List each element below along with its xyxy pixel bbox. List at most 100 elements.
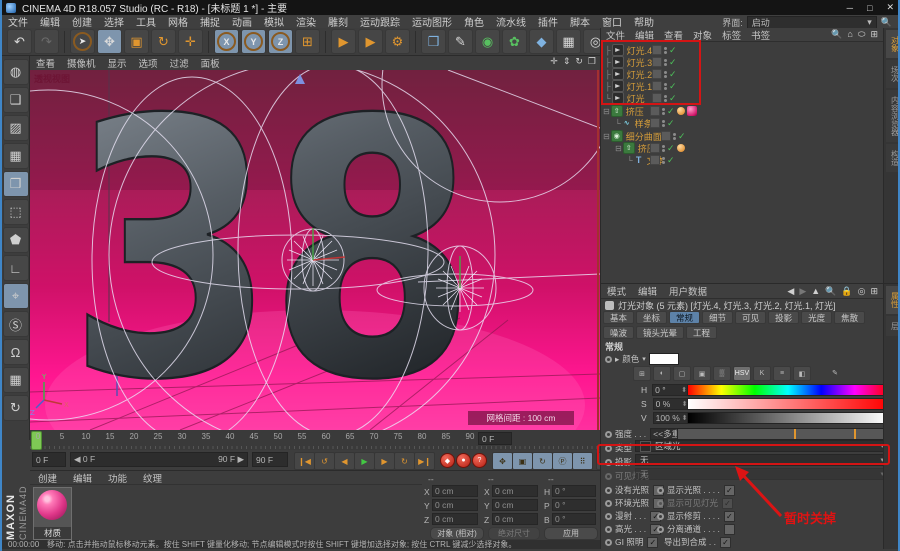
tab-structure[interactable]: 构造 — [885, 144, 898, 172]
am-menu-mode[interactable]: 模式 — [601, 284, 632, 298]
am-back-icon[interactable]: ◀ — [787, 286, 794, 297]
color-circle-icon[interactable]: ◐ — [653, 366, 671, 381]
tab-content-browser[interactable]: 内容浏览器 — [885, 90, 898, 142]
vp-menu-options[interactable]: 选项 — [133, 56, 164, 70]
material-thumbnail[interactable]: 材质 — [33, 487, 72, 540]
menu-script[interactable]: 脚本 — [564, 14, 596, 29]
environment-button[interactable]: ▦ — [556, 29, 581, 54]
enabled-check[interactable]: ✓ — [669, 45, 677, 56]
visibility-dots[interactable] — [664, 46, 667, 54]
size-x-field[interactable]: 0 cm — [492, 485, 538, 497]
tab-visibility[interactable]: 可见 — [735, 311, 767, 324]
om-addview-icon[interactable]: ⊞ — [870, 29, 878, 40]
pos-x-field[interactable]: 0 cm — [432, 485, 478, 497]
color-box-icon[interactable]: ▢ — [673, 366, 691, 381]
mat-menu-edit[interactable]: 编辑 — [65, 471, 100, 485]
vp-menu-panel[interactable]: 面板 — [195, 56, 226, 70]
goto-end-button[interactable]: ▶❙ — [414, 452, 435, 470]
vp-menu-view[interactable]: 查看 — [30, 56, 61, 70]
color-hsv-button[interactable]: HSV — [733, 366, 751, 381]
menu-plugins[interactable]: 插件 — [532, 14, 564, 29]
mat-menu-create[interactable]: 创建 — [30, 471, 65, 485]
move-tool-button[interactable]: ✥ — [97, 29, 122, 54]
mograph-button[interactable]: ✿ — [502, 29, 527, 54]
tab-lens[interactable]: 镜头光晕 — [636, 326, 685, 339]
play-button[interactable]: ▶ — [354, 452, 375, 470]
workplane-refresh-button[interactable]: ↻ — [2, 395, 29, 421]
object-row-light[interactable]: └ 灯光 ✓ — [605, 92, 677, 104]
tab-caustics[interactable]: 焦散 — [834, 311, 866, 324]
separate-pass-checkbox[interactable] — [723, 523, 735, 535]
tab-photometric[interactable]: 光度 — [801, 311, 833, 324]
coordinate-system-button[interactable]: ⊞ — [295, 29, 320, 54]
object-row-extrude-2[interactable]: ⊟ ⇧ 挤压 ✓ — [615, 142, 685, 154]
color-picture-icon[interactable]: ▣ — [693, 366, 711, 381]
material-tag[interactable] — [686, 106, 697, 116]
menu-simulate[interactable]: 模拟 — [258, 14, 290, 29]
am-history-icon[interactable]: ◎ — [858, 286, 866, 297]
key-position-button[interactable]: ✥ — [492, 452, 513, 470]
key-pla-button[interactable]: ⠿ — [572, 452, 593, 470]
vp-menu-filter[interactable]: 过滤 — [164, 56, 195, 70]
material-name[interactable]: 材质 — [34, 527, 71, 539]
color-wheel-icon[interactable]: ⊞ — [633, 366, 651, 381]
live-selection-button[interactable]: ➤ — [70, 29, 95, 54]
key-rotation-button[interactable]: ↻ — [532, 452, 553, 470]
show-clipping-checkbox[interactable]: ✓ — [723, 510, 735, 522]
object-mode-button[interactable]: ❒ — [2, 171, 29, 197]
polygons-mode-button[interactable]: ⬟ — [2, 227, 29, 253]
rotate-tool-button[interactable]: ↻ — [151, 29, 176, 54]
menu-mograph[interactable]: 运动图形 — [406, 14, 458, 29]
uv-mode-button[interactable]: ▦ — [2, 143, 29, 169]
anim-dot-icon[interactable] — [605, 355, 612, 363]
undo-button[interactable]: ↶ — [7, 29, 32, 54]
frame-range-slider[interactable]: ◀ 0 F 90 F ▶ — [70, 452, 248, 467]
tab-shadow[interactable]: 投影 — [768, 311, 800, 324]
light-type-dropdown[interactable]: 区域光▾ — [635, 440, 889, 452]
value-slider[interactable] — [687, 412, 889, 424]
snap-magnet-button[interactable]: Ω — [2, 339, 29, 365]
color-spectrum-icon[interactable]: ▒ — [713, 366, 731, 381]
om-menu-view[interactable]: 查看 — [659, 28, 688, 42]
rot-p-field[interactable]: 0 ° — [552, 499, 596, 511]
collapse-icon[interactable]: ⊟ — [603, 107, 610, 116]
phong-tag[interactable] — [676, 107, 685, 115]
object-row-extrude[interactable]: ⊟ ⇧ 挤压 ✓ — [603, 105, 697, 117]
color-sliders-icon[interactable]: ≡ — [773, 366, 791, 381]
am-newpanel-icon[interactable]: ⊞ — [870, 286, 878, 297]
om-menu-tags[interactable]: 标签 — [717, 28, 746, 42]
object-row-sds[interactable]: ⊟ ◉ 细分曲面 ✓ — [603, 130, 686, 142]
goto-start-button[interactable]: ❙◀ — [294, 452, 315, 470]
show-visible-light-checkbox[interactable]: ✓ — [722, 497, 734, 509]
collapse-icon[interactable]: ⊟ — [603, 132, 610, 141]
next-key-button[interactable]: ↻ — [394, 452, 415, 470]
am-menu-userdata[interactable]: 用户数据 — [663, 284, 713, 298]
size-y-field[interactable]: 0 cm — [492, 499, 538, 511]
make-editable-button[interactable]: ◍ — [2, 59, 29, 85]
snap-settings-button[interactable]: Ⓢ — [2, 311, 29, 337]
hue-slider[interactable] — [687, 384, 889, 396]
menu-pipeline[interactable]: 流水线 — [490, 14, 532, 29]
object-row-light1[interactable]: ├ 灯光.1 ✓ — [605, 80, 677, 92]
prev-frame-button[interactable]: ◀ — [334, 452, 355, 470]
deformer-button[interactable]: ◆ — [529, 29, 554, 54]
h-field[interactable]: 0 ° ⬍ — [652, 384, 691, 396]
phong-tag[interactable] — [676, 144, 685, 152]
shadow-dropdown[interactable]: 无▾ — [635, 454, 889, 466]
menu-tools[interactable]: 工具 — [130, 14, 162, 29]
am-forward-icon[interactable]: ▶ — [799, 286, 806, 297]
om-home-icon[interactable]: ⌂ — [847, 29, 852, 40]
points-mode-button[interactable]: ⬚ — [2, 199, 29, 225]
menu-snap[interactable]: 捕捉 — [194, 14, 226, 29]
autokey-button[interactable]: ● — [456, 453, 471, 468]
om-menu-objects[interactable]: 对象 — [688, 28, 717, 42]
saturation-slider[interactable] — [687, 398, 889, 410]
color-mixer-icon[interactable]: ◧ — [793, 366, 811, 381]
om-menu-edit[interactable]: 编辑 — [630, 28, 659, 42]
render-settings-button[interactable]: ⚙ — [385, 29, 410, 54]
viewport-toggle-icon[interactable]: ❐ — [588, 56, 596, 67]
close-button[interactable]: ✕ — [886, 2, 894, 13]
apply-button[interactable]: 应用 — [544, 527, 598, 540]
menu-character[interactable]: 角色 — [458, 14, 490, 29]
object-row-light2[interactable]: ├ 灯光.2 ✓ — [605, 68, 677, 80]
